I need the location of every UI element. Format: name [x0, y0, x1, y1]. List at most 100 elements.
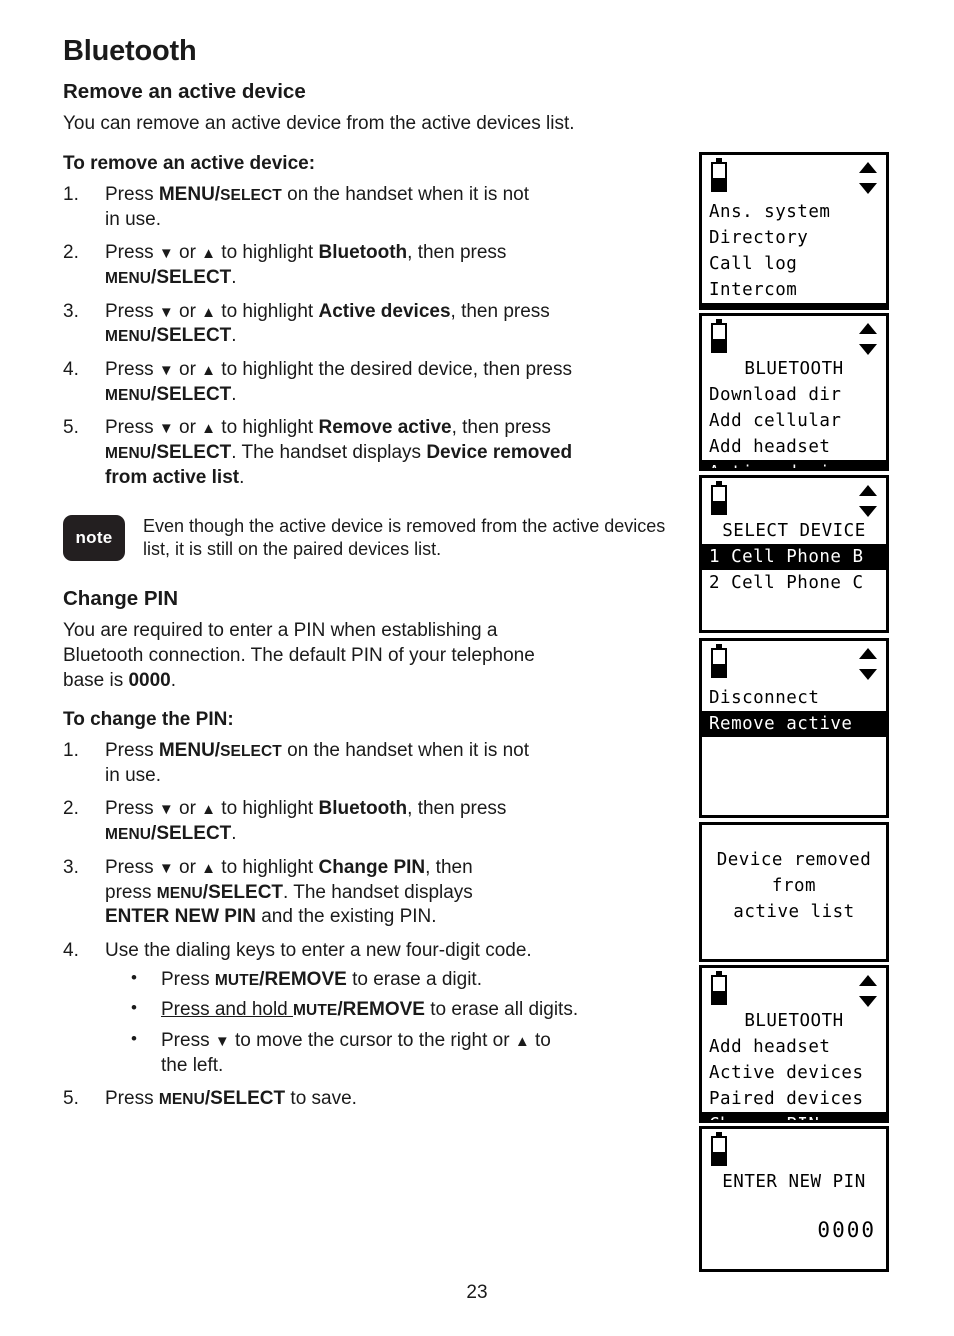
press-word: Press — [105, 359, 159, 381]
menu-item-bluetooth: Bluetooth — [318, 242, 408, 264]
select-key-label: /SELECT — [151, 325, 232, 347]
page-number: 23 — [466, 1282, 488, 1303]
display-message-line-1: Device removed — [426, 442, 573, 464]
battery-fill — [713, 178, 725, 190]
press-word: Press — [105, 740, 159, 762]
scroll-arrows-icon — [859, 162, 877, 194]
lcd-line: Paired devices — [709, 1089, 864, 1109]
bullet-list-pin: • Press MUTE/REMOVE to erase a digit. • Pr… — [105, 968, 693, 1079]
lcd-line-list: SELECT DEVICE 1 Cell Phone B 2 Cell Phon… — [702, 518, 886, 596]
bullet-tail-2: the left. — [161, 1054, 224, 1076]
step-pin-5: 5. Press MENU/SELECT to save. — [63, 1087, 693, 1112]
menu-key-label: MENU — [105, 826, 152, 844]
press-word: Press — [105, 183, 159, 205]
arrow-up-icon — [859, 648, 877, 659]
arrow-up-icon: ▲ — [201, 801, 217, 819]
manual-page: Bluetooth Remove an active device You ca… — [0, 0, 954, 1336]
step-remove-3: 3. Press ▼ or ▲ to highlight Active devic… — [63, 300, 693, 349]
to-highlight-words: to highlight — [216, 300, 319, 322]
bullet-tail: to erase all digits. — [424, 999, 579, 1021]
press-word: Press — [105, 856, 159, 878]
menu-key-label: MENU/ — [158, 183, 221, 205]
bullet-tail-1: to — [529, 1029, 551, 1051]
default-pin-value: 0000 — [128, 669, 171, 691]
period: . — [231, 823, 237, 845]
then-press-words: , then press — [407, 798, 507, 820]
then-word: , then — [425, 856, 473, 878]
battery-fill — [713, 991, 725, 1003]
battery-icon — [711, 158, 727, 192]
select-key-label: /SELECT — [204, 1088, 286, 1110]
menu-key-label: MENU — [105, 386, 152, 404]
intro-line-3-suffix: . — [170, 669, 177, 691]
step-text: Press ▼ or ▲ to highlight Bluetooth, the… — [105, 242, 506, 288]
press-word: Press — [161, 1029, 215, 1051]
select-key-label: /SELECT — [151, 383, 232, 405]
step-number: 1. — [63, 740, 79, 762]
then-press-words: , then press — [450, 300, 550, 322]
step-text: Press ▼ or ▲ to highlight Remove active,… — [105, 417, 572, 487]
step-number: 3. — [63, 856, 79, 878]
lcd-inner: SELECT DEVICE 1 Cell Phone B 2 Cell Phon… — [702, 478, 886, 630]
lcd-line-list: ENTER NEW PIN 0000 — [702, 1169, 886, 1243]
arrow-down-icon — [859, 344, 877, 355]
lcd-screen-select-device: SELECT DEVICE 1 Cell Phone B 2 Cell Phon… — [699, 475, 889, 633]
press-word: Press — [105, 1088, 159, 1110]
lcd-title: SELECT DEVICE — [722, 521, 866, 541]
step-text: Press MENU/SELECT on the handset when it… — [105, 184, 529, 230]
lcd-line-highlighted: Active devices — [702, 460, 886, 468]
menu-item-change-pin: Change PIN — [318, 856, 426, 878]
step-pin-1: 1. Press MENU/SELECT on the handset when … — [63, 739, 693, 788]
display-message-enter-new-pin: ENTER NEW PIN — [105, 906, 256, 928]
or-word: or — [173, 856, 202, 878]
arrow-up-icon — [859, 485, 877, 496]
lcd-inner: Disconnect Remove active — [702, 641, 886, 815]
to-highlight-words: to highlight — [216, 856, 319, 878]
lcd-inner: Device removed from active list — [702, 825, 886, 959]
lcd-title: BLUETOOTH — [744, 1011, 844, 1031]
lcd-screen-device-removed-confirmation: Device removed from active list — [699, 822, 889, 962]
lcd-pin-value: 0000 — [817, 1218, 876, 1242]
lcd-line-highlighted: 1 Cell Phone B — [702, 544, 886, 570]
handset-displays-words: . The handset displays — [231, 442, 427, 464]
menu-key-label: MENU — [156, 884, 203, 902]
remove-key-label: /REMOVE — [259, 968, 347, 990]
or-word: or — [173, 798, 202, 820]
lcd-line: 2 Cell Phone C — [709, 573, 864, 593]
lcd-line: Directory — [709, 228, 809, 248]
step-text: Use the dialing keys to enter a new four… — [105, 940, 532, 961]
period: . — [231, 383, 237, 405]
press-word: Press — [105, 242, 159, 264]
or-word: or — [173, 417, 202, 439]
battery-fill — [713, 664, 725, 676]
press-word: Press — [161, 968, 215, 990]
battery-icon — [711, 319, 727, 353]
step-number: 1. — [63, 183, 79, 205]
intro-line-3-prefix: base is — [63, 669, 129, 691]
lcd-line: Intercom — [709, 280, 798, 300]
handset-displays-words: . The handset displays — [283, 881, 473, 903]
or-word: or — [173, 359, 202, 381]
period: . — [231, 325, 237, 347]
lcd-screen-enter-new-pin: ENTER NEW PIN 0000 — [699, 1126, 889, 1272]
step-text: Press ▼ or ▲ to highlight Bluetooth, the… — [105, 798, 506, 844]
step-number: 5. — [63, 417, 79, 439]
step-text: Press ▼ or ▲ to highlight the desired de… — [105, 359, 572, 405]
then-press-words: , then press — [407, 242, 507, 264]
lcd-line: Disconnect — [709, 688, 820, 708]
then-press-words: , then press — [451, 417, 551, 439]
menu-key-label: MENU — [105, 270, 152, 288]
arrow-up-icon — [859, 162, 877, 173]
arrow-up-icon: ▲ — [514, 1032, 530, 1050]
lcd-line-highlighted: Bluetooth — [702, 303, 886, 307]
and-existing-pin-words: and the existing PIN. — [255, 906, 437, 928]
step-4-text: Use the dialing keys to enter a new four… — [105, 939, 532, 961]
arrow-down-icon: ▼ — [158, 801, 174, 819]
step-pin-3: 3. Press ▼ or ▲ to highlight Change PIN, … — [63, 856, 693, 930]
menu-key-label: MENU/ — [158, 740, 221, 762]
scroll-arrows-icon — [859, 648, 877, 680]
lcd-screen-bluetooth-menu-1: BLUETOOTH Download dir Add cellular Add … — [699, 313, 889, 471]
bullet-icon: • — [131, 998, 137, 1018]
lcd-line-list: BLUETOOTH Add headset Active devices Pai… — [702, 1008, 886, 1120]
lcd-line: Add headset — [709, 1037, 831, 1057]
